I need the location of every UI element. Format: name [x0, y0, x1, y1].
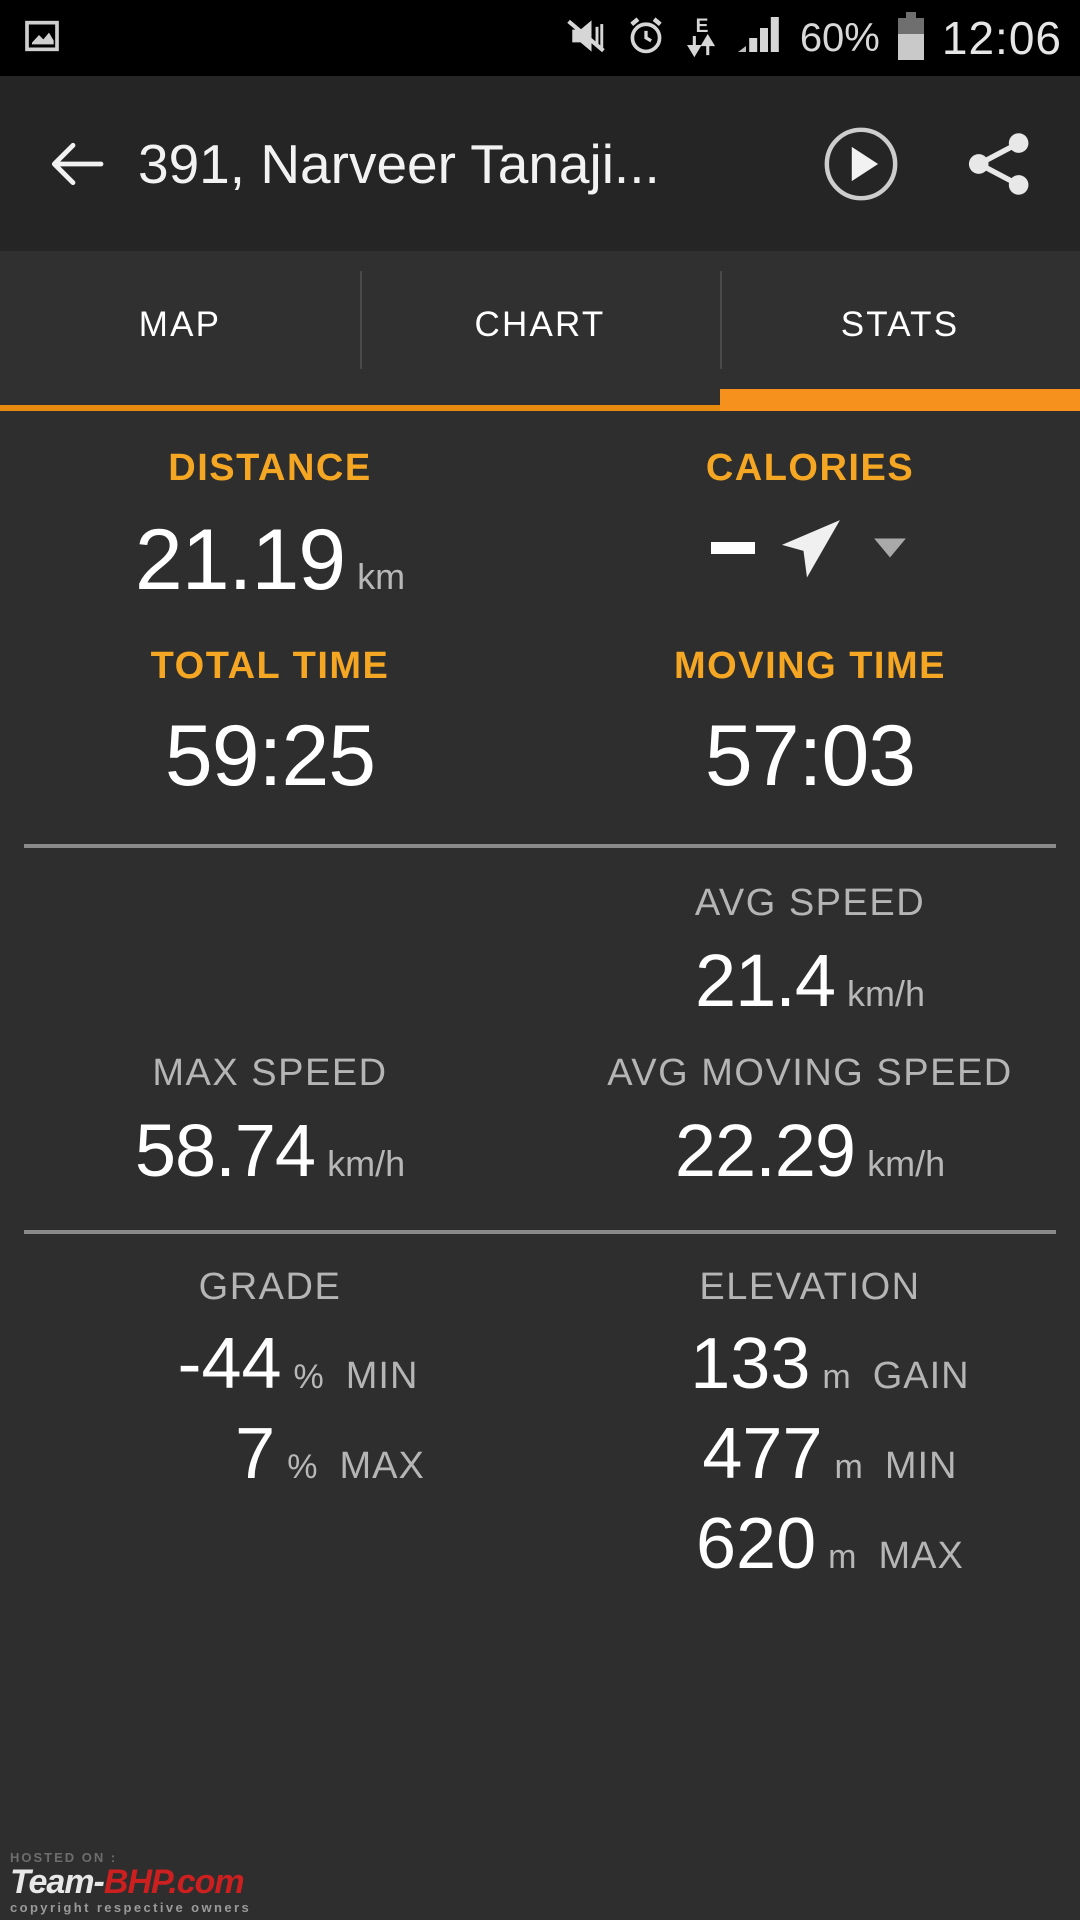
tab-stats-label: STATS	[840, 305, 960, 344]
stat-distance-label: DISTANCE	[168, 447, 372, 489]
stat-avg-moving-speed-value: 22.29	[674, 1109, 856, 1192]
stat-avg-speed-unit: km/h	[847, 973, 926, 1014]
stat-empty-slot	[0, 884, 540, 1018]
tab-map[interactable]: MAP	[0, 251, 360, 411]
stat-avg-speed: AVG SPEED 21.4 km/h	[540, 884, 1080, 1018]
stat-max-speed-value-group: 58.74 km/h	[0, 1114, 540, 1188]
stat-max-speed-unit: km/h	[327, 1143, 406, 1184]
stat-grade-row: -44 % MIN	[0, 1328, 540, 1400]
stat-grade-max-value: 7	[235, 1414, 276, 1494]
app-bar: 391, Narveer Tanaji...	[0, 76, 1080, 251]
stat-elevation-max-value: 620	[696, 1504, 817, 1584]
stat-moving-time-value-group: 57:03	[540, 713, 1080, 799]
tab-bar: MAP CHART STATS	[0, 251, 1080, 411]
screenshot-icon	[22, 16, 62, 61]
stats-row-speeds: MAX SPEED 58.74 km/h AVG MOVING SPEED 22…	[0, 1018, 1080, 1188]
stat-max-speed: MAX SPEED 58.74 km/h	[0, 1054, 540, 1188]
stats-panel: DISTANCE 21.19 km CALORIES TOTAL TIME 59…	[0, 411, 1080, 1920]
phone-screen: E 60% 12:06 391, Narveer Tanaji... MAP C…	[0, 0, 1080, 1920]
tab-map-label: MAP	[138, 305, 222, 344]
signal-icon	[736, 14, 784, 63]
stat-calories-value	[711, 542, 755, 554]
stat-elevation-row: 620 m MAX	[540, 1508, 1080, 1580]
stat-elevation-label: ELEVATION	[699, 1266, 921, 1308]
stat-max-speed-label: MAX SPEED	[152, 1052, 388, 1094]
stat-elevation-max-qualifier: MAX	[878, 1535, 964, 1577]
stat-avg-speed-label: AVG SPEED	[694, 882, 926, 924]
chevron-down-icon[interactable]	[871, 529, 909, 567]
stat-calories-label: CALORIES	[705, 447, 915, 489]
tab-chart[interactable]: CHART	[360, 251, 720, 411]
stat-avg-moving-speed-label: AVG MOVING SPEED	[607, 1052, 1013, 1094]
stat-moving-time-label: MOVING TIME	[674, 645, 946, 687]
stat-avg-moving-speed: AVG MOVING SPEED 22.29 km/h	[540, 1054, 1080, 1188]
watermark-brand: Team-BHP.com	[10, 1865, 260, 1899]
page-title: 391, Narveer Tanaji...	[138, 132, 660, 195]
stat-distance-value-group: 21.19 km	[0, 517, 540, 603]
stat-grade: GRADE -44 % MIN 7 % MAX	[0, 1268, 540, 1580]
stats-row-times: TOTAL TIME 59:25 MOVING TIME 57:03	[0, 603, 1080, 799]
stats-row-distance-calories: DISTANCE 21.19 km CALORIES	[0, 411, 1080, 603]
stat-elevation-row: 477 m MIN	[540, 1418, 1080, 1490]
alarm-icon	[624, 14, 668, 63]
watermark-brand-team: Team-	[10, 1863, 105, 1901]
stat-distance-unit: km	[357, 556, 406, 597]
stat-total-time: TOTAL TIME 59:25	[0, 647, 540, 799]
stat-avg-speed-value-group: 21.4 km/h	[540, 944, 1080, 1018]
battery-percent-label: 60%	[799, 15, 880, 60]
share-button[interactable]	[956, 121, 1042, 207]
stat-elevation-max-unit: m	[828, 1538, 857, 1576]
stat-grade-min-value: -44	[177, 1324, 282, 1404]
stat-distance: DISTANCE 21.19 km	[0, 449, 540, 603]
stat-avg-speed-value: 21.4	[694, 939, 836, 1022]
stat-max-speed-value: 58.74	[134, 1109, 316, 1192]
stat-elevation-min-unit: m	[834, 1448, 863, 1486]
share-icon	[968, 132, 1029, 195]
stat-avg-moving-speed-unit: km/h	[867, 1143, 946, 1184]
stat-elevation-min-value: 477	[702, 1414, 823, 1494]
tab-stats[interactable]: STATS	[720, 251, 1080, 411]
stat-elevation-gain-unit: m	[822, 1358, 851, 1396]
back-arrow-icon	[51, 142, 104, 185]
stat-distance-value: 21.19	[134, 512, 346, 608]
stat-elevation-gain-qualifier: GAIN	[872, 1355, 970, 1397]
edge-network-icon: E	[684, 13, 720, 64]
stat-avg-moving-speed-value-group: 22.29 km/h	[540, 1114, 1080, 1188]
stat-elevation-gain-value: 133	[690, 1324, 811, 1404]
watermark-copyright: copyright respective owners	[10, 1900, 252, 1915]
stat-grade-label: GRADE	[198, 1266, 342, 1308]
stat-grade-max-unit: %	[287, 1448, 318, 1486]
stat-total-time-label: TOTAL TIME	[150, 645, 390, 687]
app-bar-actions	[818, 121, 1042, 207]
svg-text:E: E	[695, 16, 708, 37]
stat-total-time-value: 59:25	[164, 708, 376, 804]
stat-elevation-min-qualifier: MIN	[884, 1445, 958, 1487]
stat-grade-row: 7 % MAX	[0, 1418, 540, 1490]
play-circle-icon	[824, 127, 898, 200]
navigation-arrow-icon	[781, 520, 840, 578]
stat-moving-time: MOVING TIME 57:03	[540, 647, 1080, 799]
stat-calories-value-group[interactable]	[540, 505, 1080, 591]
stat-grade-max-qualifier: MAX	[339, 1445, 425, 1487]
stat-elevation-row: 133 m GAIN	[540, 1328, 1080, 1400]
watermark-brand-bhp: BHP.com	[103, 1863, 245, 1901]
stat-grade-min-unit: %	[293, 1358, 324, 1396]
status-bar: E 60% 12:06	[0, 0, 1080, 76]
tab-chart-label: CHART	[474, 305, 606, 344]
back-button[interactable]	[38, 125, 116, 203]
stat-total-time-value-group: 59:25	[0, 713, 540, 799]
status-bar-left-icons	[22, 16, 62, 61]
play-button[interactable]	[818, 121, 904, 207]
stat-moving-time-value: 57:03	[704, 708, 916, 804]
stat-elevation: ELEVATION 133 m GAIN 477 m MIN 620 m MAX	[540, 1268, 1080, 1580]
battery-icon	[896, 11, 926, 66]
stat-grade-min-qualifier: MIN	[345, 1355, 419, 1397]
watermark: HOSTED ON : Team-BHP.com copyright respe…	[10, 1851, 260, 1914]
stat-calories[interactable]: CALORIES	[540, 449, 1080, 603]
vibrate-off-icon	[564, 14, 608, 63]
status-bar-right-icons: E 60% 12:06	[564, 11, 1062, 66]
stats-row-grade-elevation: GRADE -44 % MIN 7 % MAX ELEVATION 133 m …	[0, 1234, 1080, 1580]
clock-label: 12:06	[941, 12, 1062, 64]
stats-row-avg-speed: AVG SPEED 21.4 km/h	[0, 848, 1080, 1018]
